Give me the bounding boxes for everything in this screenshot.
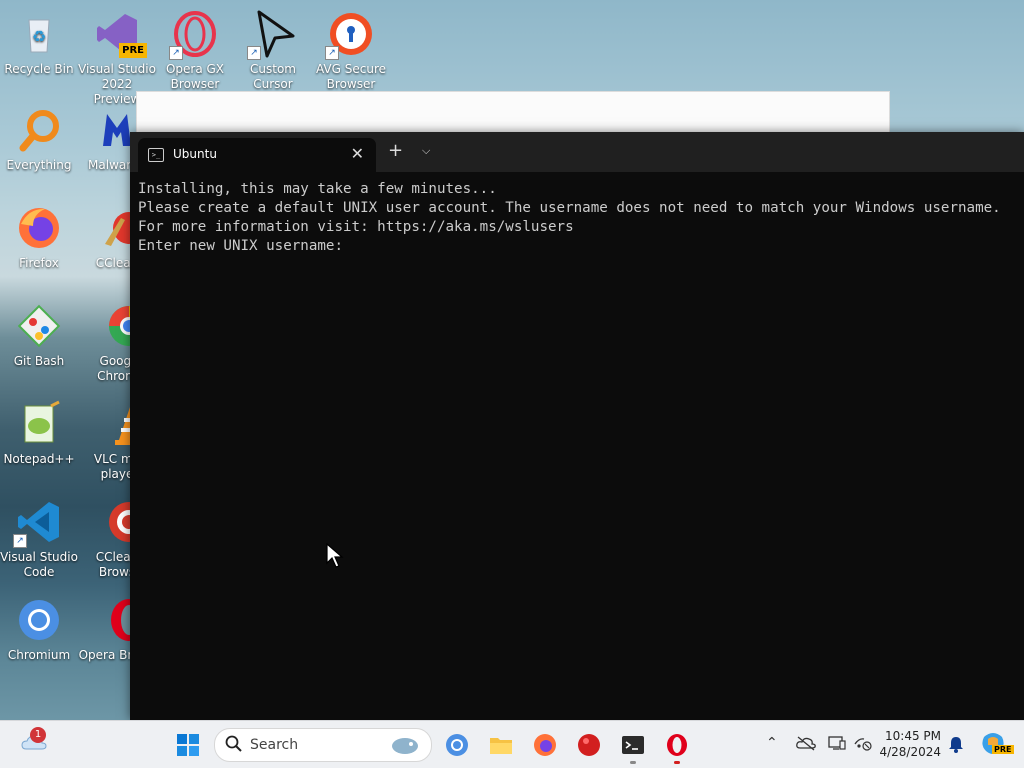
search-highlight-icon	[389, 733, 421, 761]
recycle-bin-icon: ♻	[15, 10, 63, 58]
shortcut-arrow-icon: ↗	[325, 46, 339, 60]
file-explorer-icon[interactable]	[489, 733, 513, 757]
vscode-icon: ↗	[13, 498, 63, 548]
svg-text:♻: ♻	[32, 27, 46, 46]
terminal-window[interactable]: >_ Ubuntu ✕ + ⌵ Installing, this may tak…	[130, 132, 1024, 720]
terminal-icon: >_	[148, 148, 164, 162]
shortcut-arrow-icon: ↗	[13, 534, 27, 548]
taskbar: Search ⌃ 10:45 PM 4/28/2024 PRE	[0, 720, 1024, 768]
desktop-icon-firefox[interactable]: Firefox	[0, 204, 78, 271]
running-indicator	[630, 761, 636, 764]
red-app-icon[interactable]	[577, 733, 601, 757]
desktop-icon-recycle-bin[interactable]: ♻ Recycle Bin	[0, 10, 78, 77]
desktop-icon-avg-secure-browser[interactable]: ↗ AVG Secure Browser	[312, 10, 390, 92]
search-label: Search	[250, 737, 299, 753]
desktop-icon-git-bash[interactable]: Git Bash	[0, 302, 78, 369]
firefox-icon	[15, 204, 63, 252]
opera-taskbar-icon[interactable]	[665, 733, 689, 764]
new-tab-button[interactable]: +	[388, 142, 403, 160]
system-clock[interactable]: 10:45 PM 4/28/2024	[879, 728, 941, 760]
everything-search-icon	[15, 106, 63, 154]
git-bash-icon	[15, 302, 63, 350]
notepad-plus-plus-icon	[15, 400, 63, 448]
desktop-icon-notepad-plus-plus[interactable]: Notepad++	[0, 400, 78, 467]
visual-studio-icon: PRE	[93, 10, 147, 58]
shortcut-arrow-icon: ↗	[247, 46, 261, 60]
mouse-pointer-icon	[326, 542, 344, 573]
preview-badge: PRE	[119, 43, 147, 58]
chromium-taskbar-icon[interactable]	[445, 733, 469, 757]
firefox-taskbar-icon[interactable]	[533, 733, 557, 757]
close-tab-icon[interactable]: ✕	[351, 144, 364, 163]
chromium-icon	[15, 596, 63, 644]
desktop-icon-everything[interactable]: Everything	[0, 106, 78, 173]
search-icon	[225, 735, 243, 757]
desktop-icon-chromium[interactable]: Chromium	[0, 596, 78, 663]
network-disconnected-icon[interactable]	[854, 735, 872, 755]
chevron-up-icon[interactable]: ⌃	[766, 735, 778, 751]
desktop-icon-opera-gx[interactable]: ↗ Opera GX Browser	[156, 10, 234, 92]
shortcut-arrow-icon: ↗	[169, 46, 183, 60]
tab-ubuntu[interactable]: >_ Ubuntu ✕	[138, 138, 376, 172]
weather-notification-badge: 1	[30, 727, 46, 743]
opera-gx-icon: ↗	[169, 10, 219, 60]
desktop-icon-vscode[interactable]: ↗ Visual Studio Code	[0, 498, 78, 580]
terminal-output[interactable]: Installing, this may take a few minutes.…	[138, 180, 1001, 256]
terminal-taskbar-icon[interactable]	[621, 733, 645, 764]
cursor-arrow-icon: ↗	[247, 10, 297, 60]
onedrive-offline-icon[interactable]	[796, 735, 816, 755]
background-window[interactable]	[136, 91, 890, 133]
clock-date: 4/28/2024	[879, 745, 941, 759]
bell-icon[interactable]	[948, 735, 964, 757]
tab-title: Ubuntu	[173, 147, 217, 161]
start-icon[interactable]	[176, 733, 200, 757]
chevron-down-icon[interactable]: ⌵	[422, 144, 430, 158]
desktop-icon-custom-cursor[interactable]: ↗ Custom Cursor	[234, 10, 312, 92]
running-indicator	[674, 761, 680, 764]
copilot-preview-badge: PRE	[992, 745, 1014, 754]
copilot-icon[interactable]: PRE	[980, 731, 1014, 761]
avg-browser-icon: ↗	[325, 10, 375, 60]
clock-time: 10:45 PM	[885, 729, 941, 743]
terminal-tab-bar: >_ Ubuntu ✕ + ⌵	[130, 132, 1024, 172]
display-icon[interactable]	[828, 735, 846, 755]
taskbar-search-box[interactable]: Search	[214, 728, 432, 762]
